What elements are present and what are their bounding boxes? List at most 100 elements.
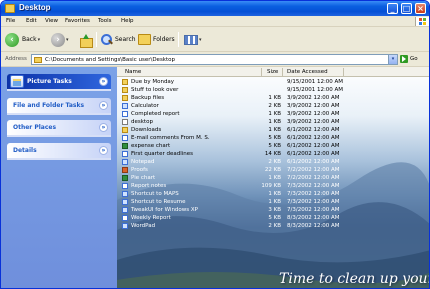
file-size: 22 KB (264, 166, 281, 173)
search-label: Search (115, 36, 136, 43)
file-name: Notepad (131, 158, 155, 165)
panel-body (7, 89, 111, 91)
back-button[interactable]: ‹ Back ▾ (5, 31, 40, 48)
back-label: Back (22, 36, 37, 43)
file-size: 2 KB (268, 158, 281, 165)
menu-view[interactable]: View (45, 18, 58, 24)
column-header-size[interactable]: Size (267, 69, 278, 75)
file-size: 1 KB (268, 198, 281, 205)
file-row[interactable]: TweakUI for Windows XP 3 KB 7/3/2002 12:00… (117, 206, 377, 214)
file-row[interactable]: Due by Monday 9/15/2001 12:00 AM (117, 78, 377, 86)
content-area: Picture Tasks » File and Folder Tasks » … (1, 67, 429, 288)
file-date-accessed: 6/1/2002 12:00 AM (287, 126, 340, 133)
column-header-date-accessed[interactable]: Date Accessed (287, 69, 328, 75)
file-row[interactable]: Downloads 1 KB 6/1/2002 12:00 AM (117, 126, 377, 134)
file-size: 1 KB (268, 118, 281, 125)
folders-button[interactable]: Folders (138, 31, 175, 48)
file-date-accessed: 6/1/2002 12:00 AM (287, 134, 340, 141)
minimize-button[interactable]: _ (387, 3, 398, 14)
chevron-down-icon[interactable]: ▾ (38, 37, 41, 43)
file-date-accessed: 7/3/2002 12:00 AM (287, 206, 340, 213)
column-divider[interactable] (282, 68, 283, 76)
file-size: 1 KB (268, 94, 281, 101)
file-name: Pie chart (131, 174, 156, 181)
chevron-down-icon[interactable]: ▾ (199, 37, 202, 43)
views-icon (184, 34, 198, 45)
file-size: 1 KB (268, 126, 281, 133)
title-bar[interactable]: Desktop _ □ × (1, 1, 429, 16)
file-list-pane[interactable]: Name Size Date Accessed Due by Monday 9/1… (117, 67, 429, 288)
file-row[interactable]: Notepad 2 KB 6/1/2002 12:00 AM (117, 158, 377, 166)
file-row[interactable]: desktop 1 KB 3/9/2002 12:00 AM (117, 118, 377, 126)
picture-tasks-header[interactable]: Picture Tasks » (7, 74, 111, 89)
menu-edit[interactable]: Edit (26, 18, 37, 24)
details-header[interactable]: Details » (7, 143, 111, 158)
column-divider[interactable] (343, 68, 344, 76)
column-divider[interactable] (261, 68, 262, 76)
go-label: Go (410, 56, 418, 62)
file-size: 5 KB (268, 142, 281, 149)
chevron-down-icon[interactable]: » (99, 101, 108, 110)
file-date-accessed: 8/3/2002 12:00 AM (287, 222, 340, 229)
file-row[interactable]: Shortcut to MAPS 1 KB 7/3/2002 12:00 AM (117, 190, 377, 198)
folder-icon (122, 95, 128, 101)
forward-button[interactable]: › ▾ (51, 31, 69, 48)
shortcut-icon (122, 223, 128, 229)
shortcut-icon (122, 159, 128, 165)
picture-tasks-panel: Picture Tasks » (7, 74, 111, 91)
file-row[interactable]: Report notes 109 KB 7/3/2002 12:00 AM (117, 182, 377, 190)
file-row[interactable]: Pie chart 1 KB 7/2/2002 12:00 AM (117, 174, 377, 182)
background-caption: Time to clean up your desktop! (279, 271, 429, 287)
file-row[interactable]: Proofs 22 KB 7/2/2002 12:00 AM (117, 166, 377, 174)
details-panel: Details » (7, 143, 111, 160)
menu-help[interactable]: Help (121, 18, 134, 24)
maximize-button[interactable]: □ (401, 3, 412, 14)
file-date-accessed: 3/9/2002 12:00 AM (287, 118, 340, 125)
file-name: Proofs (131, 166, 148, 173)
file-name: First quarter deadlines (131, 150, 194, 157)
task-pane: Picture Tasks » File and Folder Tasks » … (1, 67, 117, 288)
file-row[interactable]: E-mail comments From M. S. 5 KB 6/1/2002 1… (117, 134, 377, 142)
up-folder-button[interactable] (79, 31, 93, 48)
file-row[interactable]: Completed report 1 KB 3/9/2002 12:00 AM (117, 110, 377, 118)
other-places-panel: Other Places » (7, 120, 111, 137)
file-row[interactable]: WordPad 2 KB 8/3/2002 12:00 AM (117, 222, 377, 230)
menu-file[interactable]: File (6, 18, 15, 24)
file-date-accessed: 6/1/2002 12:00 AM (287, 142, 340, 149)
folder-icon (122, 87, 128, 93)
folder-icon (5, 4, 15, 13)
file-row[interactable]: Stuff to look over 9/15/2001 12:00 AM (117, 86, 377, 94)
file-row[interactable]: Calculator 2 KB 3/9/2002 12:00 AM (117, 102, 377, 110)
chevron-down-icon[interactable]: » (99, 123, 108, 132)
text-file-icon (122, 119, 128, 125)
document-icon (122, 183, 128, 189)
file-row[interactable]: First quarter deadlines 14 KB 6/1/2002 12:… (117, 150, 377, 158)
file-name: Stuff to look over (131, 86, 179, 93)
file-size: 14 KB (264, 150, 281, 157)
column-headers: Name Size Date Accessed (117, 67, 429, 77)
chevron-down-icon[interactable]: » (99, 146, 108, 155)
menu-favorites[interactable]: Favorites (65, 18, 90, 24)
chevron-down-icon[interactable]: ▾ (66, 37, 69, 43)
address-field[interactable]: C:\Documents and Settings\Basic user\Des… (31, 54, 398, 65)
menu-tools[interactable]: Tools (98, 18, 112, 24)
file-size: 109 KB (261, 182, 281, 189)
details-title: Details (13, 147, 37, 154)
picture-icon (10, 75, 24, 88)
chevron-down-icon[interactable]: ▾ (388, 55, 397, 64)
file-row[interactable]: Weekly Report 5 KB 8/3/2002 12:00 AM (117, 214, 377, 222)
other-places-header[interactable]: Other Places » (7, 120, 111, 135)
file-row[interactable]: Backup files 1 KB 3/9/2002 12:00 AM (117, 94, 377, 102)
file-folder-tasks-header[interactable]: File and Folder Tasks » (7, 98, 111, 113)
chevron-down-icon[interactable]: » (99, 77, 108, 86)
document-icon (122, 111, 128, 117)
close-button[interactable]: × (415, 3, 426, 14)
file-row[interactable]: expense chart 5 KB 6/1/2002 12:00 AM (117, 142, 377, 150)
search-button[interactable]: Search (101, 31, 136, 48)
file-row[interactable]: Shortcut to Resume 1 KB 7/3/2002 12:00 AM (117, 198, 377, 206)
file-date-accessed: 7/2/2002 12:00 AM (287, 166, 340, 173)
file-folder-tasks-panel: File and Folder Tasks » (7, 98, 111, 115)
go-button[interactable]: Go (400, 55, 418, 63)
views-button[interactable]: ▾ (184, 31, 202, 48)
column-header-name[interactable]: Name (125, 69, 141, 75)
